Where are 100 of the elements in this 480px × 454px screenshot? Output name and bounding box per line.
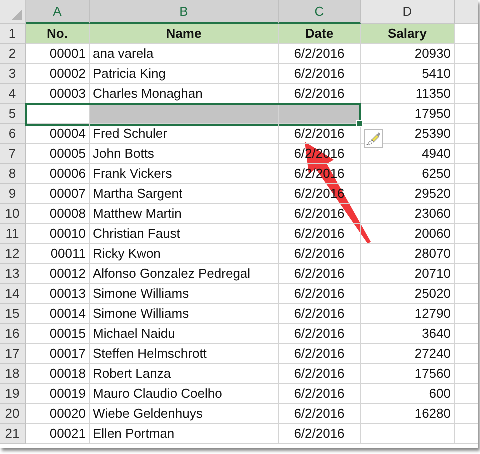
salary-cell: 11350 bbox=[361, 84, 455, 104]
date-cell: 6/2/2016 bbox=[279, 424, 361, 444]
number-cell: 00004 bbox=[26, 124, 90, 144]
number-cell: 00019 bbox=[26, 384, 90, 404]
row-header[interactable]: 8 bbox=[0, 164, 26, 184]
select-all-corner[interactable] bbox=[0, 0, 26, 24]
date-cell: 6/2/2016 bbox=[279, 44, 361, 64]
name-cell: Robert Lanza bbox=[90, 364, 279, 384]
column-title: Date bbox=[279, 24, 361, 44]
row-header[interactable]: 12 bbox=[0, 244, 26, 264]
row-header[interactable]: 18 bbox=[0, 364, 26, 384]
row-header[interactable]: 9 bbox=[0, 184, 26, 204]
date-cell: 6/2/2016 bbox=[279, 304, 361, 324]
salary-cell: 27240 bbox=[361, 344, 455, 364]
row-header[interactable]: 1 bbox=[0, 24, 26, 44]
date-cell: 6/2/2016 bbox=[279, 344, 361, 364]
name-cell: Alfonso Gonzalez Pedregal bbox=[90, 264, 279, 284]
date-cell: 6/2/2016 bbox=[279, 284, 361, 304]
number-cell: 00018 bbox=[26, 364, 90, 384]
name-cell: Ellen Portman bbox=[90, 424, 279, 444]
name-cell: ana varela bbox=[90, 44, 279, 64]
salary-cell: 17560 bbox=[361, 364, 455, 384]
number-cell: 00011 bbox=[26, 244, 90, 264]
corner-triangle-icon bbox=[12, 10, 22, 20]
number-cell: 00010 bbox=[26, 224, 90, 244]
row-header[interactable]: 3 bbox=[0, 64, 26, 84]
salary-cell: 25020 bbox=[361, 284, 455, 304]
salary-cell: 29520 bbox=[361, 184, 455, 204]
name-cell: Michael Naidu bbox=[90, 324, 279, 344]
number-cell: 00003 bbox=[26, 84, 90, 104]
row-header[interactable]: 2 bbox=[0, 44, 26, 64]
number-cell: 00002 bbox=[26, 64, 90, 84]
name-cell: Martha Sargent bbox=[90, 184, 279, 204]
column-title: Name bbox=[90, 24, 279, 44]
row-header[interactable]: 14 bbox=[0, 284, 26, 304]
column-title: No. bbox=[26, 24, 90, 44]
fill-handle[interactable] bbox=[356, 120, 363, 127]
name-cell: Frank Vickers bbox=[90, 164, 279, 184]
salary-cell: 600 bbox=[361, 384, 455, 404]
name-cell: Steffen Helmschrott bbox=[90, 344, 279, 364]
name-cell: Matthew Martin bbox=[90, 204, 279, 224]
row-header[interactable]: 13 bbox=[0, 264, 26, 284]
row-header[interactable]: 10 bbox=[0, 204, 26, 224]
name-cell: Christian Faust bbox=[90, 224, 279, 244]
row-header[interactable]: 15 bbox=[0, 304, 26, 324]
brush-icon bbox=[366, 131, 381, 146]
row-header[interactable]: 16 bbox=[0, 324, 26, 344]
number-cell: 00020 bbox=[26, 404, 90, 424]
date-cell: 6/2/2016 bbox=[279, 364, 361, 384]
date-cell: 6/2/2016 bbox=[279, 384, 361, 404]
date-cell: 6/2/2016 bbox=[279, 244, 361, 264]
salary-cell: 3640 bbox=[361, 324, 455, 344]
number-cell: 00007 bbox=[26, 184, 90, 204]
column-header[interactable]: B bbox=[90, 0, 279, 24]
name-cell: Charles Monaghan bbox=[90, 84, 279, 104]
salary-cell: 23060 bbox=[361, 204, 455, 224]
number-cell: 00001 bbox=[26, 44, 90, 64]
salary-cell: 12790 bbox=[361, 304, 455, 324]
name-cell: Fred Schuler bbox=[90, 124, 279, 144]
number-cell: 00005 bbox=[26, 144, 90, 164]
date-cell: 6/2/2016 bbox=[279, 264, 361, 284]
salary-cell: 20710 bbox=[361, 264, 455, 284]
number-cell: 00015 bbox=[26, 324, 90, 344]
column-header[interactable]: C bbox=[279, 0, 361, 24]
row-header[interactable]: 19 bbox=[0, 384, 26, 404]
number-cell: 00014 bbox=[26, 304, 90, 324]
name-cell: Wiebe Geldenhuys bbox=[90, 404, 279, 424]
salary-cell: 16280 bbox=[361, 404, 455, 424]
row-header[interactable]: 7 bbox=[0, 144, 26, 164]
row-header[interactable]: 4 bbox=[0, 84, 26, 104]
number-cell: 00021 bbox=[26, 424, 90, 444]
paste-options-button[interactable] bbox=[364, 129, 383, 148]
number-cell: 00012 bbox=[26, 264, 90, 284]
row-header[interactable]: 17 bbox=[0, 344, 26, 364]
row-header[interactable]: 6 bbox=[0, 124, 26, 144]
date-cell: 6/2/2016 bbox=[279, 84, 361, 104]
row-header[interactable]: 11 bbox=[0, 224, 26, 244]
date-cell: 6/2/2016 bbox=[279, 64, 361, 84]
row-header[interactable]: 5 bbox=[0, 104, 26, 124]
number-cell: 00017 bbox=[26, 344, 90, 364]
name-cell: Simone Williams bbox=[90, 304, 279, 324]
number-cell: 00013 bbox=[26, 284, 90, 304]
number-cell: 00008 bbox=[26, 204, 90, 224]
name-cell: Patricia King bbox=[90, 64, 279, 84]
name-cell: Ricky Kwon bbox=[90, 244, 279, 264]
name-cell: Simone Williams bbox=[90, 284, 279, 304]
column-header[interactable]: A bbox=[26, 0, 90, 24]
salary-cell: 28070 bbox=[361, 244, 455, 264]
salary-cell: 5410 bbox=[361, 64, 455, 84]
date-cell: 6/2/2016 bbox=[279, 324, 361, 344]
row-header[interactable]: 21 bbox=[0, 424, 26, 444]
name-cell: Mauro Claudio Coelho bbox=[90, 384, 279, 404]
salary-cell: 6250 bbox=[361, 164, 455, 184]
column-title: Salary bbox=[361, 24, 455, 44]
date-cell: 6/2/2016 bbox=[279, 124, 361, 144]
column-header[interactable]: D bbox=[361, 0, 455, 24]
date-cell: 6/2/2016 bbox=[279, 404, 361, 424]
salary-cell: 20930 bbox=[361, 44, 455, 64]
row-header[interactable]: 20 bbox=[0, 404, 26, 424]
number-cell: 00006 bbox=[26, 164, 90, 184]
